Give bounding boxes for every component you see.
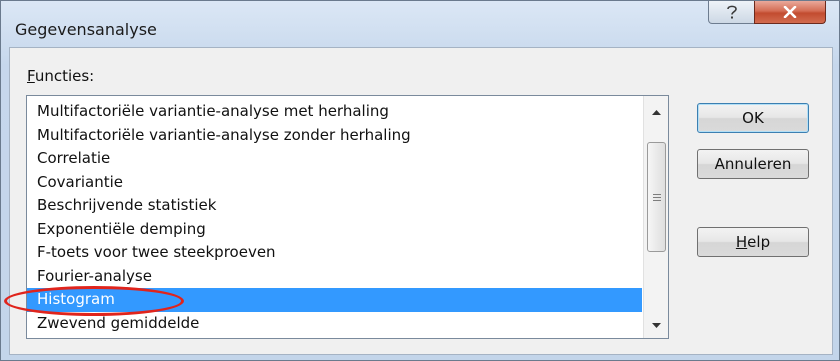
help-label: elp xyxy=(747,233,771,251)
label-text: uncties: xyxy=(34,67,95,85)
close-button[interactable] xyxy=(754,1,826,24)
close-icon xyxy=(783,6,797,18)
list-item[interactable]: Covariantie xyxy=(27,171,642,195)
list-item[interactable]: Beschrijvende statistiek xyxy=(27,194,642,218)
question-mark-icon xyxy=(727,5,737,19)
ok-button[interactable]: OK xyxy=(697,103,809,133)
help-button[interactable]: Help xyxy=(697,227,809,257)
help-accesskey: H xyxy=(735,233,748,251)
label-accesskey: F xyxy=(27,67,35,85)
dialog-window: Gegevensanalyse Functies: Multifactoriël… xyxy=(0,0,840,361)
list-item[interactable]: Zwevend gemiddelde xyxy=(27,312,642,336)
grip-icon xyxy=(652,193,661,201)
help-control-button[interactable] xyxy=(708,1,756,24)
list-item-selected[interactable]: Histogram xyxy=(27,288,642,312)
list-item[interactable]: Multifactoriële variantie-analyse zonder… xyxy=(27,124,642,148)
list-item[interactable]: Correlatie xyxy=(27,147,642,171)
cancel-button[interactable]: Annuleren xyxy=(697,149,809,179)
list-item[interactable]: Fourier-analyse xyxy=(27,265,642,289)
scroll-down-button[interactable] xyxy=(644,314,668,336)
dialog-title: Gegevensanalyse xyxy=(15,20,157,39)
title-bar[interactable]: Gegevensanalyse xyxy=(1,1,840,47)
list-item[interactable]: Exponentiële demping xyxy=(27,218,642,242)
functions-list: Multifactoriële variantie-analyse met he… xyxy=(27,100,642,335)
arrow-down-icon xyxy=(651,322,661,328)
list-item[interactable]: Multifactoriële variantie-analyse met he… xyxy=(27,100,642,124)
scroll-thumb[interactable] xyxy=(647,142,666,252)
functions-label: Functies: xyxy=(27,67,94,85)
scroll-up-button[interactable] xyxy=(644,101,668,123)
list-item[interactable]: F-toets voor twee steekproeven xyxy=(27,241,642,265)
functions-listbox[interactable]: Multifactoriële variantie-analyse met he… xyxy=(26,95,669,339)
vertical-scrollbar[interactable] xyxy=(643,96,668,338)
arrow-up-icon xyxy=(651,109,661,115)
